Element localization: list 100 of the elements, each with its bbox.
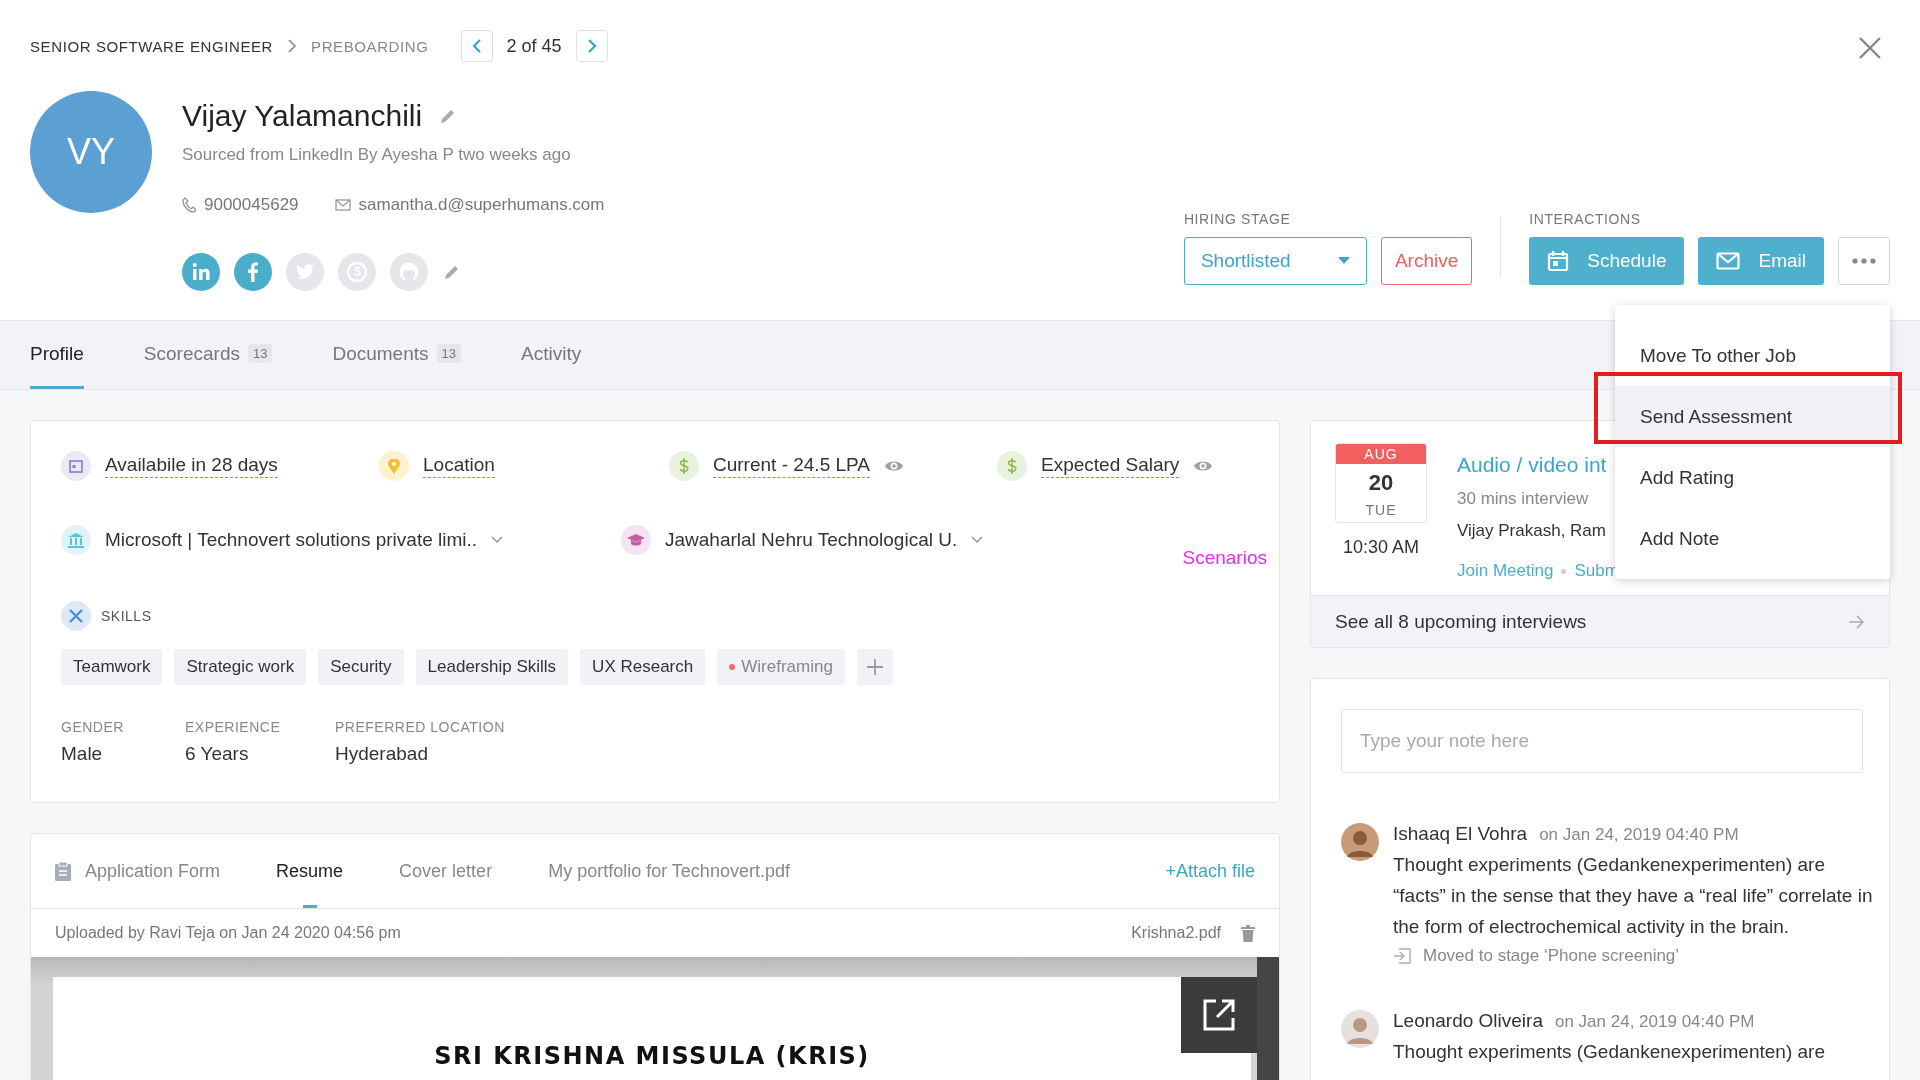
- interview-time: 10:30 AM: [1342, 537, 1420, 558]
- note-author: Ishaaq El Vohra: [1393, 823, 1528, 844]
- money-icon: [669, 451, 699, 481]
- info-text[interactable]: Current - 24.5 LPA: [713, 454, 870, 478]
- plus-icon: [865, 658, 884, 676]
- profile-tab[interactable]: Scorecards 13: [143, 321, 273, 389]
- field-value: 6 Years: [185, 743, 250, 765]
- next-button[interactable]: [575, 30, 608, 62]
- calendar-icon: [61, 451, 91, 481]
- skills-heading: SKILLS: [101, 608, 152, 624]
- info-text[interactable]: Expected Salary: [1041, 454, 1180, 478]
- phone-icon: [182, 197, 196, 213]
- close-icon[interactable]: [1858, 36, 1882, 60]
- skill-tag: Leadership Skills: [415, 649, 569, 685]
- open-external-icon: [1202, 998, 1236, 1032]
- source-text: Sourced from LinkedIn By Ayesha P two weeks ago: [182, 145, 572, 165]
- field-value: Male: [61, 743, 104, 765]
- note-date: on Jan 24, 2019 04:40 PM: [1555, 1012, 1755, 1031]
- arrow-right-icon: [1849, 614, 1865, 629]
- attach-file-link[interactable]: +Attach file: [1165, 860, 1255, 882]
- trash-icon[interactable]: [1241, 924, 1255, 942]
- date-tile: AUG 20 TUE: [1335, 443, 1427, 523]
- field-label: GENDER: [61, 719, 125, 735]
- tools-icon: [61, 601, 91, 631]
- previous-button[interactable]: [460, 30, 493, 62]
- profile-tab[interactable]: Activity: [521, 321, 582, 389]
- skill-tag: Wireframing: [717, 649, 845, 685]
- menu-item[interactable]: Send Assessment: [1615, 386, 1890, 447]
- move-icon: [1393, 948, 1411, 964]
- note-author: Leonardo Oliveira: [1393, 1010, 1543, 1031]
- pin-icon: [379, 451, 409, 481]
- linkedin-icon[interactable]: [182, 253, 220, 291]
- archive-button[interactable]: Archive: [1380, 237, 1473, 285]
- clipboard-icon: [55, 861, 71, 881]
- note-input[interactable]: Type your note here: [1341, 709, 1863, 773]
- chevron-down-icon[interactable]: [491, 536, 504, 544]
- chevron-right-icon: [585, 38, 598, 54]
- breadcrumb-link[interactable]: SENIOR SOFTWARE ENGINEER: [30, 37, 274, 55]
- calendar-icon: [1547, 250, 1570, 272]
- stage-dropdown[interactable]: Shortlisted: [1183, 237, 1367, 285]
- more-button[interactable]: [1838, 237, 1890, 285]
- upcoming-interviews-link[interactable]: See all 8 upcoming interviews: [1311, 595, 1889, 647]
- note-text: Thought experiments (Gedankenexperimenten) are: [1393, 1040, 1826, 1064]
- dropdown-text[interactable]: Jawaharlal Nehru Technological U.: [665, 529, 958, 551]
- document-tab[interactable]: Cover letter: [399, 834, 493, 908]
- avatar: VY: [30, 91, 152, 213]
- schedule-button[interactable]: Schedule: [1529, 237, 1685, 285]
- note-text: Thought experiments (Gedankenexperimenten) are “facts” in the sense that they have a “real life” correlate in the form of electrochemical activity in the brain.: [1393, 853, 1873, 939]
- eye-icon[interactable]: [1193, 459, 1214, 473]
- count-badge: 13: [436, 344, 461, 363]
- building-icon: [61, 525, 91, 555]
- email-address[interactable]: samantha.d@superhumans.com: [358, 195, 605, 215]
- activity-text: Moved to stage ‘Phone screening’: [1423, 946, 1680, 966]
- count-badge: 13: [247, 344, 273, 363]
- chevron-right-icon: [287, 39, 298, 53]
- field-label: EXPERIENCE: [185, 719, 282, 735]
- section-label: HIRING STAGE: [1183, 211, 1292, 227]
- eye-icon[interactable]: [884, 459, 904, 473]
- graduation-cap-icon: [621, 525, 651, 555]
- skill-tag: Teamwork: [61, 649, 163, 685]
- mail-icon: [1716, 252, 1741, 270]
- facebook-icon[interactable]: [234, 253, 272, 291]
- field-label: PREFERRED LOCATION: [335, 719, 505, 735]
- skill-tag: Strategic work: [174, 649, 307, 685]
- scenarios-link[interactable]: Scenarios: [1182, 547, 1267, 569]
- info-text[interactable]: Availabile in 28 days: [105, 454, 278, 478]
- add-skill-button[interactable]: [856, 649, 893, 685]
- chevron-down-icon[interactable]: [971, 536, 984, 544]
- upload-info: Uploaded by Ravi Teja on Jan 24 2020 04:56 pm: [55, 924, 401, 942]
- email-button[interactable]: Email: [1698, 237, 1824, 285]
- ellipsis-icon: [1852, 258, 1876, 264]
- pager-text: 2 of 45: [506, 35, 562, 57]
- interviewers: Vijay Prakash, Ram: [1457, 521, 1607, 541]
- skill-tag: UX Research: [580, 649, 706, 685]
- avatar: [1341, 1010, 1379, 1048]
- skill-tag: Security: [318, 649, 404, 685]
- section-label: INTERACTIONS: [1529, 211, 1642, 227]
- dropdown-text[interactable]: Microsoft | Technovert solutions private limi..: [105, 529, 478, 551]
- profile-tab[interactable]: Documents 13: [332, 321, 461, 389]
- resume-title: SRI KRISHNA MISSULA (KRIS): [434, 1042, 870, 1072]
- document-tab[interactable]: My portfolio for Technovert.pdf: [548, 834, 790, 908]
- menu-item[interactable]: Move To other Job: [1615, 325, 1890, 386]
- note-date: on Jan 24, 2019 04:40 PM: [1539, 825, 1739, 844]
- join-meeting-link[interactable]: Join Meeting: [1457, 561, 1554, 581]
- menu-item[interactable]: Add Rating: [1615, 447, 1890, 508]
- menu-item[interactable]: Add Note: [1615, 508, 1890, 569]
- phone-number: 9000045629: [204, 195, 299, 215]
- document-tab[interactable]: Application Form: [55, 834, 221, 908]
- caret-down-icon: [1337, 257, 1350, 265]
- info-text[interactable]: Location: [423, 454, 495, 478]
- interview-duration: 30 mins interview: [1457, 489, 1590, 509]
- open-external-button[interactable]: [1181, 977, 1257, 1053]
- avatar: [1341, 823, 1379, 861]
- breadcrumb-item: PREBOARDING: [311, 37, 429, 55]
- field-value: Hyderabad: [335, 743, 429, 765]
- profile-tab[interactable]: Profile: [30, 321, 84, 389]
- chevron-left-icon: [470, 38, 483, 54]
- mail-icon: [334, 199, 351, 211]
- candidate-name: Vijay Yalamanchili: [182, 99, 423, 133]
- file-name: Krishna2.pdf: [1131, 924, 1221, 942]
